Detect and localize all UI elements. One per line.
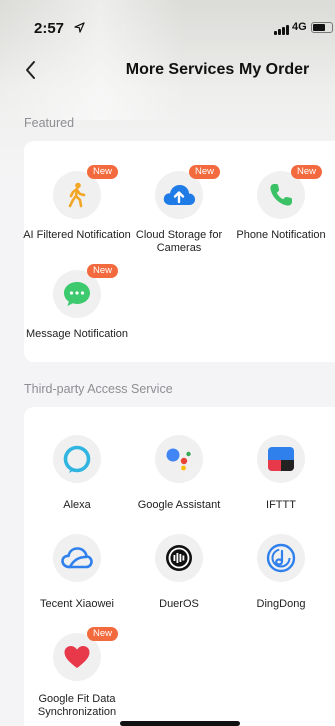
- service-icon-circle: [257, 534, 305, 582]
- service-label: Google Fit Data Synchronization: [37, 693, 117, 718]
- network-label: 4G: [292, 21, 307, 33]
- signal-icon: [274, 25, 289, 35]
- service-label: Phone Notification: [236, 229, 326, 241]
- new-badge: New: [87, 264, 119, 278]
- third-party-section-title: Third-party Access Service: [24, 382, 173, 396]
- service-label: AI Filtered Notification: [23, 229, 131, 241]
- service-dingdong[interactable]: DingDong: [228, 534, 334, 610]
- service-google-assistant[interactable]: Google Assistant: [126, 435, 232, 511]
- service-label: DuerOS: [159, 598, 199, 610]
- my-order-button[interactable]: My Order: [239, 61, 309, 79]
- service-icon-circle: [53, 435, 101, 483]
- featured-card: New AI Filtered Notification New Cloud S…: [23, 141, 335, 362]
- cloud-outline-icon: [61, 547, 93, 569]
- home-indicator: [120, 721, 240, 726]
- navigation-bar: More Services My Order: [0, 52, 335, 88]
- battery-icon: [311, 22, 333, 33]
- featured-section-title: Featured: [24, 116, 75, 130]
- service-tecent-xiaowei[interactable]: Tecent Xiaowei: [24, 534, 130, 610]
- new-badge: New: [87, 165, 119, 179]
- service-label: IFTTT: [266, 499, 296, 511]
- service-ifttt[interactable]: IFTTT: [228, 435, 334, 511]
- google-assistant-icon: [166, 448, 191, 471]
- cloud-upload-icon: [163, 185, 195, 205]
- third-party-card: Alexa Google Assistant IFTTT Tecent Xiao…: [24, 407, 335, 726]
- status-bar: 2:57 4G: [0, 0, 335, 44]
- walking-person-icon: [68, 182, 86, 208]
- dueros-icon: [166, 545, 192, 571]
- service-label: DingDong: [256, 598, 306, 610]
- service-ai-filtered-notification[interactable]: New AI Filtered Notification: [23, 165, 131, 251]
- alexa-icon: [63, 445, 91, 473]
- service-cloud-storage[interactable]: New Cloud Storage for Cameras: [126, 165, 232, 254]
- service-label: Google Assistant: [137, 499, 221, 511]
- service-label: Tecent Xiaowei: [40, 598, 114, 610]
- message-bubble-icon: [64, 282, 90, 306]
- service-google-fit[interactable]: New Google Fit Data Synchronization: [24, 627, 130, 719]
- service-icon-circle: [155, 435, 203, 483]
- new-badge: New: [291, 165, 323, 179]
- location-arrow-icon: [74, 22, 85, 33]
- service-icon-circle: [257, 435, 305, 483]
- service-message-notification[interactable]: New Message Notification: [24, 264, 130, 350]
- service-label: Message Notification: [25, 328, 129, 340]
- service-label: Cloud Storage for Cameras: [135, 229, 223, 254]
- heart-icon: [64, 646, 90, 668]
- new-badge: New: [87, 627, 119, 641]
- new-badge: New: [189, 165, 221, 179]
- service-label: Alexa: [63, 499, 91, 511]
- service-dueros[interactable]: DuerOS: [126, 534, 232, 610]
- service-icon-circle: [53, 534, 101, 582]
- service-icon-circle: [155, 534, 203, 582]
- status-time: 2:57: [34, 20, 65, 37]
- phone-icon: [270, 184, 292, 206]
- dingdong-icon: [266, 543, 296, 573]
- ifttt-icon: [268, 447, 294, 471]
- service-alexa[interactable]: Alexa: [24, 435, 130, 511]
- service-phone-notification[interactable]: New Phone Notification: [228, 165, 334, 251]
